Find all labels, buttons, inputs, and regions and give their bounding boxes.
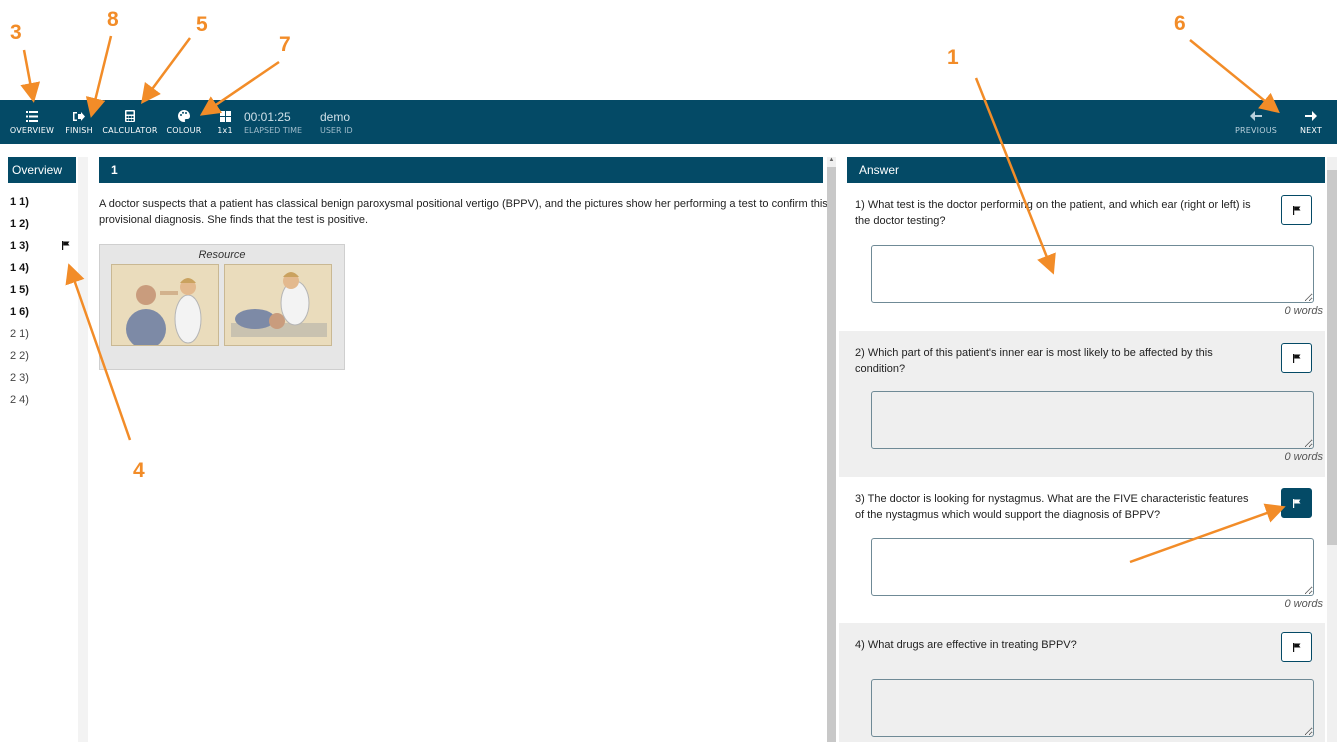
overview-scrollbar[interactable] — [78, 157, 88, 742]
arrow-left-icon — [1250, 110, 1262, 123]
flag-icon — [1292, 642, 1300, 652]
question-header: 1 — [99, 157, 823, 183]
overview-item-1-1[interactable]: 1 1) — [10, 191, 76, 213]
previous-button[interactable]: PREVIOUS — [1234, 100, 1278, 144]
layout-label: 1x1 — [217, 125, 233, 135]
calculator-button[interactable]: CALCULATOR — [102, 100, 158, 144]
arrow-right-icon — [1305, 110, 1317, 123]
overview-list: 1 1) 1 2) 1 3) 1 4) 1 5) 1 6) 2 1) 2 2) … — [10, 191, 76, 411]
resource-panel[interactable]: Resource — [99, 244, 345, 370]
overview-item-2-4[interactable]: 2 4) — [10, 389, 76, 411]
overview-label: OVERVIEW — [9, 125, 55, 135]
callout-8: 8 — [107, 8, 119, 31]
user-id: demo USER ID — [320, 100, 353, 144]
callout-5: 5 — [196, 13, 208, 36]
calculator-label: CALCULATOR — [102, 125, 158, 135]
answer-textarea-4[interactable] — [871, 679, 1314, 737]
overview-item-label: 1 4) — [10, 262, 29, 274]
user-id-value: demo — [320, 109, 351, 124]
callout-1: 1 — [947, 46, 959, 69]
word-count-3: 0 words — [1284, 598, 1323, 610]
answer-question-4: 4) What drugs are effective in treating … — [855, 639, 1077, 651]
flag-button-4[interactable] — [1281, 632, 1312, 662]
overview-item-1-4[interactable]: 1 4) — [10, 257, 76, 279]
grid-icon — [219, 110, 231, 123]
arrow-5 — [141, 37, 192, 105]
next-label: NEXT — [1299, 125, 1323, 135]
overview-item-label: 2 4) — [10, 394, 29, 406]
palette-icon — [178, 110, 190, 123]
colour-button[interactable]: COLOUR — [163, 100, 205, 144]
flag-icon — [1292, 498, 1300, 508]
answer-item-3: 3) The doctor is looking for nystagmus. … — [839, 477, 1325, 623]
resource-image-1[interactable] — [111, 264, 219, 346]
flag-icon — [1292, 353, 1300, 363]
overview-item-label: 2 1) — [10, 328, 29, 340]
layout-button[interactable]: 1x1 — [214, 100, 236, 144]
answer-scrollbar-thumb[interactable] — [1327, 170, 1337, 545]
answer-question-1: 1) What test is the doctor performing on… — [855, 199, 1251, 227]
overview-item-label: 1 2) — [10, 218, 29, 230]
overview-item-2-2[interactable]: 2 2) — [10, 345, 76, 367]
overview-button[interactable]: OVERVIEW — [8, 100, 56, 144]
callout-4: 4 — [133, 459, 145, 482]
overview-item-label: 1 6) — [10, 306, 29, 318]
overview-item-label: 2 3) — [10, 372, 29, 384]
overview-item-label: 1 5) — [10, 284, 29, 296]
scroll-up-icon[interactable]: ▲ — [827, 157, 836, 167]
word-count-2: 0 words — [1284, 451, 1323, 463]
answer-textarea-1[interactable] — [871, 245, 1314, 303]
word-count-1: 0 words — [1284, 305, 1323, 317]
overview-item-label: 2 2) — [10, 350, 29, 362]
overview-header: Overview — [8, 157, 76, 183]
overview-item-1-2[interactable]: 1 2) — [10, 213, 76, 235]
finish-button[interactable]: FINISH — [63, 100, 95, 144]
answer-question-2: 2) Which part of this patient's inner ea… — [855, 347, 1213, 375]
elapsed-time: 00:01:25 ELAPSED TIME — [244, 100, 302, 144]
calculator-icon — [125, 110, 135, 123]
overview-item-1-5[interactable]: 1 5) — [10, 279, 76, 301]
colour-label: COLOUR — [166, 125, 202, 135]
elapsed-time-value: 00:01:25 — [244, 109, 291, 124]
callout-7: 7 — [279, 33, 291, 56]
callout-6: 6 — [1174, 12, 1186, 35]
list-icon — [26, 110, 38, 123]
overview-item-1-3[interactable]: 1 3) — [10, 235, 76, 257]
overview-item-1-6[interactable]: 1 6) — [10, 301, 76, 323]
answer-header: Answer — [847, 157, 1325, 183]
flag-button-1[interactable] — [1281, 195, 1312, 225]
answer-item-1: 1) What test is the doctor performing on… — [839, 183, 1325, 331]
overview-item-2-3[interactable]: 2 3) — [10, 367, 76, 389]
answer-item-2: 2) Which part of this patient's inner ea… — [839, 331, 1325, 477]
question-text: A doctor suspects that a patient has cla… — [99, 198, 828, 226]
top-toolbar: OVERVIEW FINISH CALCULATOR COLOUR 1x1 00… — [0, 100, 1337, 144]
next-button[interactable]: NEXT — [1293, 100, 1329, 144]
question-scrollbar[interactable] — [827, 157, 836, 742]
answer-item-4: 4) What drugs are effective in treating … — [839, 623, 1325, 742]
overview-item-label: 1 3) — [10, 240, 29, 252]
user-id-label: USER ID — [320, 125, 353, 135]
answer-textarea-3[interactable] — [871, 538, 1314, 596]
flag-icon — [1292, 205, 1300, 215]
answer-question-3: 3) The doctor is looking for nystagmus. … — [855, 493, 1249, 521]
callout-3: 3 — [10, 21, 22, 44]
exit-icon — [73, 110, 85, 123]
flag-button-2[interactable] — [1281, 343, 1312, 373]
resource-title: Resource — [198, 249, 246, 261]
flag-icon — [62, 241, 70, 250]
finish-label: FINISH — [65, 125, 93, 135]
answer-textarea-2[interactable] — [871, 391, 1314, 449]
overview-item-2-1[interactable]: 2 1) — [10, 323, 76, 345]
flag-button-3[interactable] — [1281, 488, 1312, 518]
previous-label: PREVIOUS — [1234, 125, 1278, 135]
resource-image-2[interactable] — [224, 264, 332, 346]
arrow-3 — [20, 49, 41, 103]
elapsed-time-label: ELAPSED TIME — [244, 125, 303, 135]
overview-item-label: 1 1) — [10, 196, 29, 208]
